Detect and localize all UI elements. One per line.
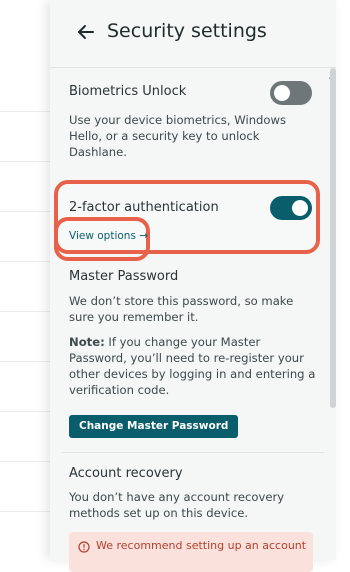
recommendation-alert: We recommend setting up an account	[69, 532, 313, 572]
page-title: Security settings	[107, 20, 267, 42]
master-password-description: We don’t store this password, so make su…	[69, 294, 294, 324]
master-password-label: Master Password	[69, 269, 179, 284]
arrow-left-icon[interactable]	[76, 22, 96, 42]
alert-text: We recommend setting up an account	[96, 539, 307, 552]
note-label: Note:	[69, 335, 105, 349]
account-recovery-label: Account recovery	[69, 466, 183, 481]
list-divider	[0, 211, 50, 212]
biometrics-description: Use your device biometrics, Windows Hell…	[69, 113, 287, 159]
list-divider	[0, 411, 50, 412]
two-factor-toggle[interactable]	[270, 196, 312, 220]
list-divider	[0, 261, 50, 262]
security-settings-panel: Security settings ▲ Biometrics Unlock Us…	[50, 0, 336, 572]
biometrics-toggle[interactable]	[270, 81, 312, 105]
list-divider	[0, 311, 50, 312]
background-list	[0, 0, 50, 560]
info-circle-icon	[78, 541, 90, 553]
list-divider	[0, 511, 50, 512]
change-master-password-button[interactable]: Change Master Password	[69, 415, 239, 438]
list-divider	[0, 461, 50, 462]
account-recovery-description: You don’t have any account recovery meth…	[69, 490, 285, 520]
list-divider	[0, 361, 50, 362]
view-options-link[interactable]: View options →	[69, 230, 148, 242]
two-factor-label: 2-factor authentication	[69, 200, 219, 215]
master-password-note: Note: If you change your Master Password…	[69, 334, 317, 398]
toggle-knob	[292, 200, 308, 216]
scrollbar[interactable]	[330, 68, 336, 408]
biometrics-label: Biometrics Unlock	[69, 84, 187, 99]
section-divider	[62, 452, 324, 453]
list-divider	[0, 111, 50, 112]
panel-header: Security settings	[50, 0, 336, 68]
toggle-knob	[274, 85, 290, 101]
note-text: If you change your Master Password, you’…	[69, 335, 316, 397]
list-divider	[0, 161, 50, 162]
